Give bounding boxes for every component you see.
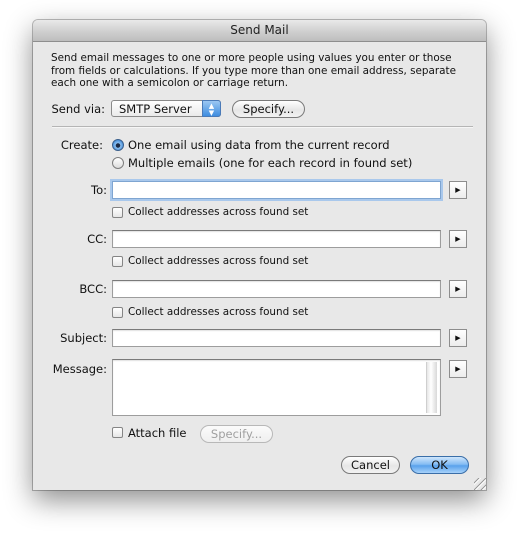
cc-label: CC: <box>87 232 107 246</box>
attach-file-label[interactable]: Attach file <box>128 426 187 440</box>
cc-insert-button[interactable]: ▶ <box>449 230 467 248</box>
bcc-label: BCC: <box>79 282 107 296</box>
resize-grip-icon[interactable] <box>474 478 486 490</box>
bcc-collect-checkbox[interactable] <box>112 307 123 318</box>
create-label: Create: <box>60 138 103 152</box>
ok-button[interactable]: OK <box>410 456 469 474</box>
message-label: Message: <box>52 362 107 376</box>
subject-input[interactable] <box>112 329 441 347</box>
bcc-collect-label[interactable]: Collect addresses across found set <box>128 306 308 318</box>
send-mail-dialog: Send Mail Send email messages to one or … <box>33 20 486 490</box>
popup-arrows-icon: ▲ ▼ <box>202 100 221 117</box>
disclosure-icon: ▶ <box>455 186 461 194</box>
to-label: To: <box>91 183 107 197</box>
title-bar: Send Mail <box>33 20 486 42</box>
to-collect-checkbox[interactable] <box>112 207 123 218</box>
radio-one-email-label[interactable]: One email using data from the current re… <box>128 138 390 152</box>
disclosure-icon: ▶ <box>455 235 461 243</box>
disclosure-icon: ▶ <box>455 365 461 373</box>
subject-label: Subject: <box>60 331 107 345</box>
to-input[interactable] <box>112 181 441 199</box>
send-via-popup[interactable]: SMTP Server ▲ ▼ <box>111 100 221 117</box>
description-text: Send email messages to one or more peopl… <box>51 52 456 89</box>
disclosure-icon: ▶ <box>455 285 461 293</box>
subject-insert-button[interactable]: ▶ <box>449 329 467 347</box>
message-scrollbar[interactable] <box>426 362 437 413</box>
bcc-insert-button[interactable]: ▶ <box>449 280 467 298</box>
radio-one-email[interactable] <box>112 139 124 151</box>
disclosure-icon: ▶ <box>455 334 461 342</box>
bcc-input[interactable] <box>112 280 441 298</box>
radio-multiple-emails[interactable] <box>112 157 124 169</box>
message-insert-button[interactable]: ▶ <box>449 360 467 378</box>
to-insert-button[interactable]: ▶ <box>449 181 467 199</box>
message-textarea[interactable] <box>112 359 441 416</box>
separator <box>52 126 473 128</box>
attach-specify-button[interactable]: Specify... <box>200 425 273 443</box>
send-via-selected: SMTP Server <box>119 102 192 116</box>
cc-input[interactable] <box>112 230 441 248</box>
send-via-label: Send via: <box>51 102 105 116</box>
cc-collect-label[interactable]: Collect addresses across found set <box>128 255 308 267</box>
attach-file-checkbox[interactable] <box>112 427 123 438</box>
to-collect-label[interactable]: Collect addresses across found set <box>128 206 308 218</box>
radio-multiple-emails-label[interactable]: Multiple emails (one for each record in … <box>128 156 412 170</box>
cc-collect-checkbox[interactable] <box>112 256 123 267</box>
send-via-specify-button[interactable]: Specify... <box>232 100 305 118</box>
cancel-button[interactable]: Cancel <box>341 456 400 474</box>
window-title: Send Mail <box>230 23 289 37</box>
